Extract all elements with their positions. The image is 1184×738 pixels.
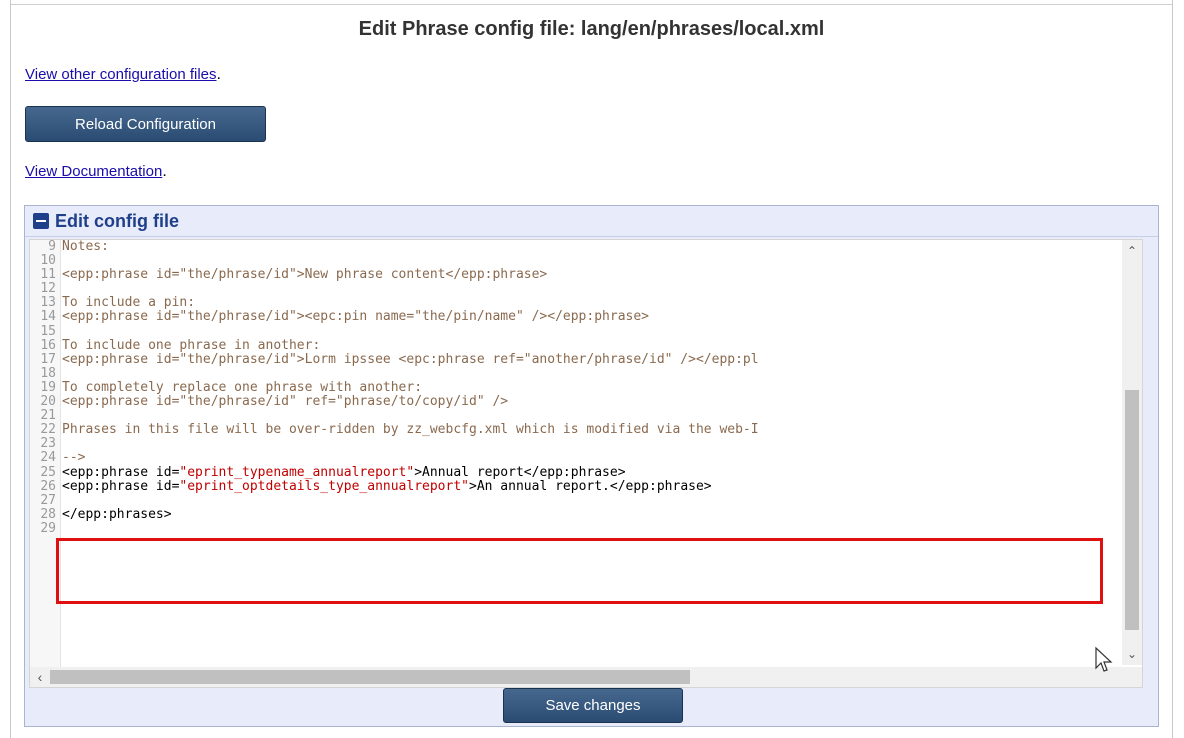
code-text: To include a pin:	[62, 295, 196, 311]
code-line: 27	[30, 492, 1122, 508]
code-line: 28 </epp:phrases>	[30, 506, 1122, 522]
code-line: 9 Notes:	[30, 240, 1122, 254]
period-text: .	[216, 66, 221, 83]
code-line: 17 <epp:phrase id="the/phrase/id">Lorm ip…	[30, 351, 1122, 367]
line-number: 17	[40, 351, 56, 367]
code-text: <epp:phrase id="the/phrase/id" ref="phra…	[62, 394, 509, 410]
minus-square-icon[interactable]	[33, 213, 49, 229]
code-line: 23	[30, 437, 1122, 451]
line-number: 20	[40, 394, 56, 410]
line-number: 16	[40, 337, 56, 353]
scrollbar-corner	[1122, 667, 1142, 687]
code-text: Notes:	[62, 240, 109, 254]
chevron-up-icon[interactable]: ⌃	[1122, 244, 1142, 258]
code-string: "eprint_typename_annualreport"	[179, 464, 415, 480]
code-line: 22 Phrases in this file will be over-ridd…	[30, 423, 1122, 437]
code-line: 25 <epp:phrase id="eprint_typename_annual…	[30, 464, 1122, 480]
line-number: 14	[40, 309, 56, 325]
edit-config-title: Edit config file	[55, 210, 179, 231]
line-number: 29	[40, 520, 56, 536]
code-text: To completely replace one phrase with an…	[62, 379, 423, 395]
code-line: 26 <epp:phrase id="eprint_optdetails_type…	[30, 478, 1122, 494]
line-number: 19	[40, 379, 56, 395]
code-line: 29	[30, 520, 1122, 536]
save-changes-button[interactable]: Save changes	[503, 688, 683, 723]
reload-configuration-button[interactable]: Reload Configuration	[25, 106, 266, 142]
line-number: 24	[40, 450, 56, 466]
code-line: 12	[30, 282, 1122, 296]
code-text: <epp:phrase id="the/phrase/id">New phras…	[62, 267, 548, 283]
line-number: 13	[40, 295, 56, 311]
line-number: 9	[48, 240, 56, 254]
code-string: "eprint_optdetails_type_annualreport"	[179, 478, 469, 494]
code-text: >Annual report</epp:phrase>	[414, 464, 626, 480]
view-documentation-link[interactable]: View Documentation	[25, 163, 162, 180]
line-number: 18	[40, 365, 56, 381]
page-title: Edit Phrase config file: lang/en/phrases…	[358, 18, 825, 40]
code-line: 15	[30, 323, 1122, 339]
code-text: <epp:phrase id=	[62, 464, 180, 480]
code-text: <epp:phrase id=	[62, 478, 180, 494]
line-number: 23	[40, 436, 56, 452]
line-number: 10	[40, 253, 56, 269]
code-line: 18	[30, 365, 1122, 381]
horizontal-scrollbar[interactable]: ‹	[30, 667, 1122, 687]
edit-config-header[interactable]: Edit config file	[25, 206, 1158, 237]
code-line: 10	[30, 253, 1122, 269]
edit-config-box: Edit config file 9 Notes: 10 11 <epp:phrase …	[24, 205, 1159, 727]
top-divider	[11, 4, 1172, 5]
line-number: 15	[40, 323, 56, 339]
line-number: 12	[40, 281, 56, 297]
config-editor[interactable]: 9 Notes: 10 11 <epp:phrase id="the/phrase/id…	[29, 239, 1143, 688]
line-number: 26	[40, 478, 56, 494]
period-text: .	[162, 163, 167, 180]
code-line: 14 <epp:phrase id="the/phrase/id"><epc:pi…	[30, 310, 1122, 324]
line-number: 25	[40, 464, 56, 480]
code-text: Phrases in this file will be over-ridden…	[62, 422, 759, 438]
code-line: 11 <epp:phrase id="the/phrase/id">New phr…	[30, 268, 1122, 282]
other-configs-row: View other configuration files.	[25, 66, 221, 84]
documentation-row: View Documentation.	[25, 163, 167, 181]
horizontal-scroll-thumb[interactable]	[50, 670, 690, 684]
line-number: 11	[40, 267, 56, 283]
code-text: >An annual report.</epp:phrase>	[469, 478, 712, 494]
vertical-scrollbar[interactable]: ⌃ ⌄	[1122, 240, 1142, 665]
chevron-left-icon[interactable]: ‹	[30, 669, 50, 685]
code-text: <epp:phrase id="the/phrase/id">Lorm ipss…	[62, 351, 759, 367]
code-line: 20 <epp:phrase id="the/phrase/id" ref="ph…	[30, 394, 1122, 410]
line-number: 28	[40, 506, 56, 522]
code-line: 19 To completely replace one phrase with …	[30, 379, 1122, 395]
mouse-pointer-icon	[1095, 646, 1113, 672]
line-number: 22	[40, 422, 56, 438]
code-area[interactable]: 9 Notes: 10 11 <epp:phrase id="the/phrase/id…	[30, 240, 1122, 665]
code-line: 16 To include one phrase in another:	[30, 337, 1122, 353]
code-line: 24 -->	[30, 451, 1122, 465]
code-text: <epp:phrase id="the/phrase/id"><epc:pin …	[62, 309, 649, 325]
vertical-scroll-thumb[interactable]	[1125, 390, 1139, 630]
code-line: 21	[30, 409, 1122, 423]
chevron-down-icon[interactable]: ⌄	[1122, 647, 1142, 661]
view-other-configs-link[interactable]: View other configuration files	[25, 66, 217, 83]
line-number: 21	[40, 408, 56, 424]
line-number: 27	[40, 492, 56, 508]
code-text: </epp:phrases>	[62, 506, 172, 522]
code-text: To include one phrase in another:	[62, 337, 321, 353]
code-line: 13 To include a pin:	[30, 296, 1122, 310]
code-text: -->	[62, 450, 86, 466]
